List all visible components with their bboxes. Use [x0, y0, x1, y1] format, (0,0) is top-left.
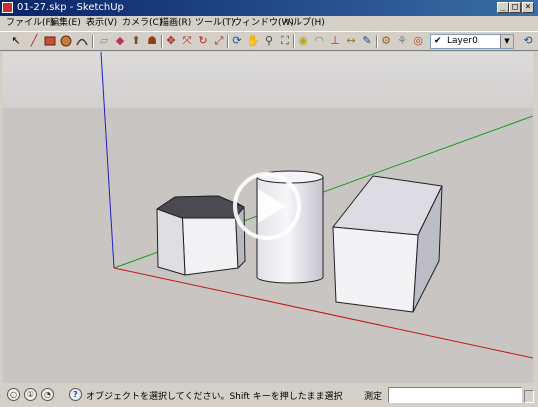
axes-icon[interactable]: ⊥ [328, 34, 342, 48]
menu-tools[interactable]: ツール(T) [195, 16, 235, 30]
select-icon[interactable]: ↖ [9, 34, 23, 48]
toolbar-separator [227, 35, 229, 48]
move-icon[interactable]: ✥ [164, 34, 178, 48]
help-icon[interactable]: ? [69, 388, 82, 401]
offset-icon[interactable]: ⤧ [180, 34, 194, 48]
toolbar-separator [92, 35, 94, 48]
menu-file[interactable]: ファイル(F) [6, 16, 54, 30]
orbit-icon[interactable]: ⟳ [230, 34, 244, 48]
toolbar-separator [161, 35, 163, 48]
menu-draw[interactable]: 描画(R) [160, 16, 191, 30]
status-bar: ○ ① ◔ ? オブジェクトを選択してください。Shift キーを押したまま選択… [0, 384, 538, 407]
measurements-label: 測定 [364, 392, 383, 402]
menu-help[interactable]: ヘルプ(H) [284, 16, 325, 30]
measurements-box[interactable] [388, 387, 522, 403]
circle-icon[interactable] [59, 34, 73, 48]
zoom-icon[interactable]: ⚲ [262, 34, 276, 48]
close-button[interactable]: × [522, 2, 534, 13]
menu-edit[interactable]: 編集(E) [50, 16, 81, 30]
rotate-icon[interactable]: ↻ [196, 34, 210, 48]
look-around-icon[interactable]: ◎ [411, 34, 425, 48]
user-icon[interactable]: ◔ [41, 388, 54, 401]
eraser-icon[interactable]: ▱ [97, 34, 111, 48]
text-icon[interactable]: ✎ [360, 34, 374, 48]
menu-bar: ファイル(F) 編集(E) 表示(V) カメラ(C) 描画(R) ツール(T) … [0, 16, 538, 30]
zoom-extents-icon[interactable]: ⛶ [278, 34, 292, 48]
rectangle-icon[interactable] [43, 34, 57, 48]
title-bar: 01-27.skp - SketchUp _ □ × [0, 0, 538, 16]
resize-grip[interactable] [524, 390, 534, 403]
maximize-button[interactable]: □ [509, 2, 521, 13]
sky [3, 52, 533, 108]
pencil-line-icon[interactable]: ╱ [27, 34, 41, 48]
main-toolbar: ↖ ╱ ▱ ◆ ⬆ ☗ ✥ ⤧ ↻ ⤢ ⟳ ✋ ⚲ ⛶ ◉ ◠ ⊥ ↔ ✎ ⚙ … [0, 31, 538, 51]
position-camera-icon[interactable]: ⟲ [521, 34, 535, 48]
sketchup-app-icon [2, 2, 13, 13]
credits-icon[interactable]: ① [24, 388, 37, 401]
paint-bucket-icon[interactable]: ◆ [113, 34, 127, 48]
dimension-icon[interactable]: ↔ [344, 34, 358, 48]
follow-me-icon[interactable]: ☗ [145, 34, 159, 48]
arc-icon[interactable] [75, 34, 89, 48]
hexagonal-prism[interactable] [156, 195, 246, 276]
current-layer-check-icon: ✔ [434, 36, 442, 46]
push-pull-icon[interactable]: ⬆ [129, 34, 143, 48]
scale-icon[interactable]: ⤢ [212, 34, 226, 48]
pan-icon[interactable]: ✋ [246, 34, 260, 48]
3d-scene [3, 52, 533, 383]
layer-dropdown[interactable]: ✔ Layer0 ▼ [430, 34, 514, 49]
walk-icon[interactable]: ⚘ [395, 34, 409, 48]
protractor-icon[interactable]: ◠ [312, 34, 326, 48]
tape-measure-icon[interactable]: ◉ [296, 34, 310, 48]
chevron-down-icon[interactable]: ▼ [500, 35, 513, 48]
sketchup-window: 01-27.skp - SketchUp _ □ × ファイル(F) 編集(E)… [0, 0, 538, 407]
toolbar-separator [293, 35, 295, 48]
geolocation-icon[interactable]: ○ [7, 388, 20, 401]
layer-name: Layer0 [447, 36, 478, 46]
status-hint: オブジェクトを選択してください。Shift キーを押したまま選択 [86, 392, 343, 402]
3d-text-icon[interactable]: ⚙ [379, 34, 393, 48]
toolbar-separator [376, 35, 378, 48]
window-title: 01-27.skp - SketchUp [17, 2, 124, 13]
drawing-viewport[interactable] [3, 52, 533, 383]
menu-camera[interactable]: カメラ(C) [122, 16, 162, 30]
minimize-button[interactable]: _ [497, 2, 509, 13]
menu-view[interactable]: 表示(V) [86, 16, 117, 30]
